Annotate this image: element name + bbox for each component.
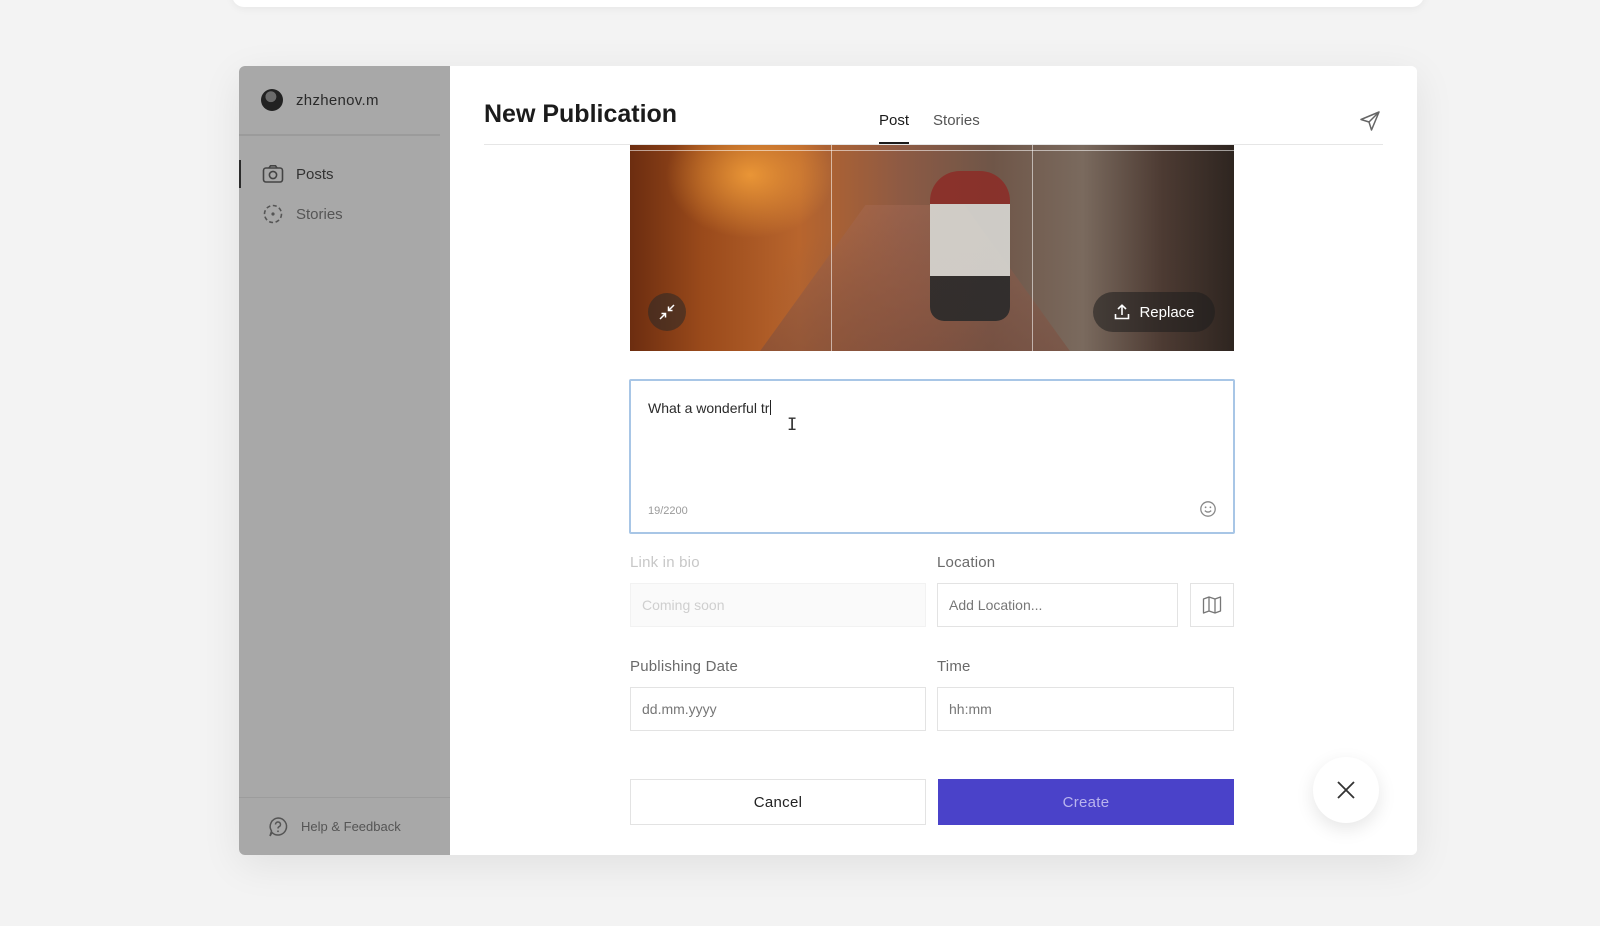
sidebar-item-stories[interactable]: Stories xyxy=(239,194,450,234)
send-icon[interactable] xyxy=(1359,110,1381,137)
user-profile[interactable]: zhzhenov.m xyxy=(239,66,440,136)
upload-icon xyxy=(1113,303,1131,321)
crop-grid-line xyxy=(1032,145,1033,351)
sidebar: zhzhenov.m Posts Stories Help & Feedback xyxy=(239,66,450,855)
photo-scooter xyxy=(930,171,1010,321)
location-input[interactable]: Add Location... xyxy=(937,583,1178,627)
create-button[interactable]: Create xyxy=(938,779,1234,825)
help-label: Help & Feedback xyxy=(301,819,401,834)
sidebar-nav: Posts Stories xyxy=(239,154,450,234)
sidebar-item-label: Stories xyxy=(296,205,343,223)
caption-textarea[interactable]: What a wonderful tr I 19/2200 xyxy=(629,379,1235,534)
sidebar-item-label: Posts xyxy=(296,165,334,183)
close-button[interactable] xyxy=(1313,757,1379,823)
character-counter: 19/2200 xyxy=(648,505,688,517)
crop-grid-line xyxy=(630,150,1234,151)
background-panel xyxy=(232,0,1424,7)
caption-value: What a wonderful tr xyxy=(648,400,772,416)
text-cursor-icon: I xyxy=(787,415,798,435)
close-icon xyxy=(1336,780,1356,800)
location-label: Location xyxy=(937,554,996,571)
photo-street xyxy=(750,205,1080,351)
camera-icon xyxy=(262,163,284,185)
sidebar-item-posts[interactable]: Posts xyxy=(239,154,450,194)
publishing-date-input[interactable]: dd.mm.yyyy xyxy=(630,687,926,731)
main-panel: New Publication Post Stories Replace Wha… xyxy=(450,66,1417,855)
publication-window: zhzhenov.m Posts Stories Help & Feedback xyxy=(239,66,1417,855)
map-icon[interactable] xyxy=(1190,583,1234,627)
stories-circle-icon xyxy=(262,203,284,225)
publication-tabs: Post Stories xyxy=(879,112,980,144)
publishing-date-label: Publishing Date xyxy=(630,658,739,675)
replace-button[interactable]: Replace xyxy=(1093,292,1215,332)
help-feedback-link[interactable]: Help & Feedback xyxy=(239,797,450,855)
page-title: New Publication xyxy=(484,100,678,128)
link-in-bio-field: Coming soon xyxy=(630,583,926,627)
avatar xyxy=(261,89,283,111)
smiley-icon[interactable] xyxy=(1199,500,1217,518)
replace-label: Replace xyxy=(1139,303,1195,321)
link-in-bio-label: Link in bio xyxy=(630,554,700,571)
tab-post[interactable]: Post xyxy=(879,112,910,144)
tab-stories[interactable]: Stories xyxy=(933,112,980,144)
cancel-button[interactable]: Cancel xyxy=(630,779,926,825)
time-label: Time xyxy=(937,658,971,675)
help-icon xyxy=(267,816,289,838)
time-input[interactable]: hh:mm xyxy=(937,687,1234,731)
user-name: zhzhenov.m xyxy=(296,91,379,109)
media-preview: Replace xyxy=(630,145,1234,351)
collapse-icon[interactable] xyxy=(648,293,686,331)
crop-grid-line xyxy=(831,145,832,351)
